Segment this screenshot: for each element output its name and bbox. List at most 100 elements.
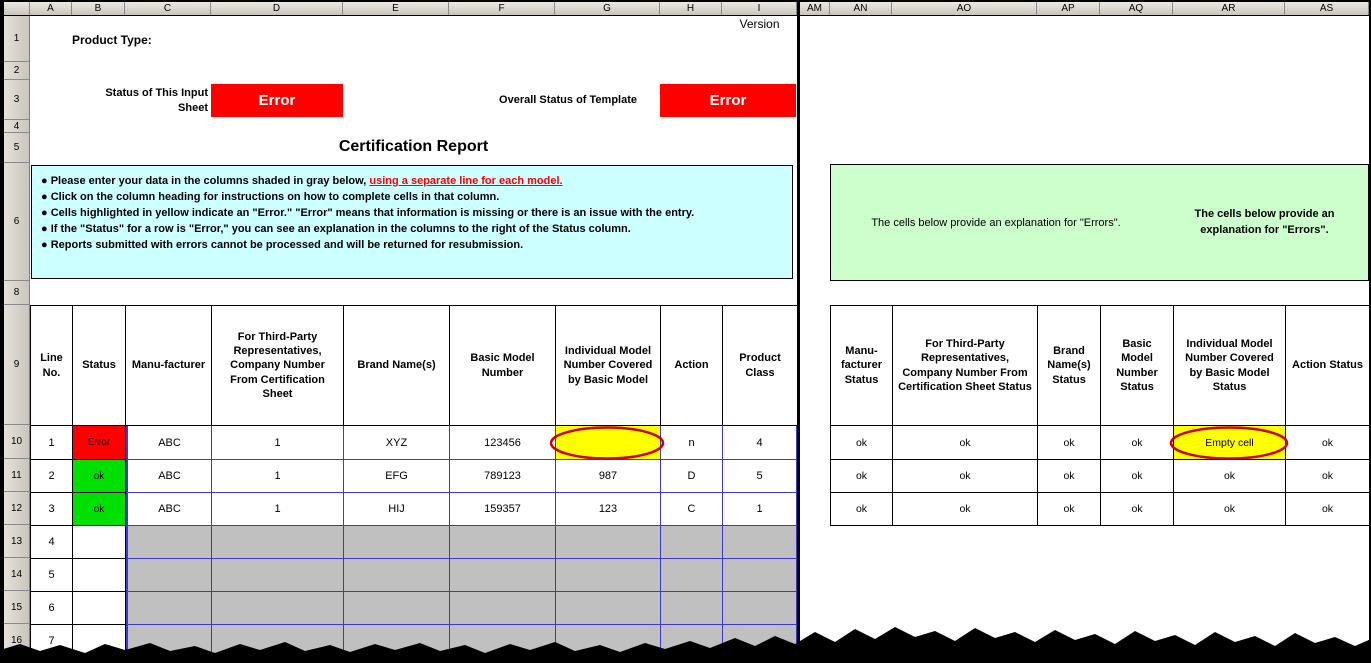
input-cell[interactable]: [723, 559, 798, 592]
column-header-i[interactable]: I: [722, 2, 797, 15]
data-cell[interactable]: 123: [556, 493, 661, 526]
row-header-8[interactable]: 8: [4, 281, 29, 305]
data-cell[interactable]: ABC: [126, 426, 212, 460]
header-manufacturer[interactable]: Manu-facturer: [126, 306, 212, 426]
data-cell[interactable]: 5: [31, 559, 73, 592]
data-cell[interactable]: C: [661, 493, 723, 526]
column-header-c[interactable]: C: [125, 2, 211, 15]
header-basic-model-number[interactable]: Basic Model Number: [450, 306, 556, 426]
header-individual-model-status[interactable]: Individual Model Number Covered by Basic…: [1174, 306, 1286, 426]
status-cell-ok[interactable]: ok: [73, 493, 126, 526]
data-cell[interactable]: ABC: [126, 460, 212, 493]
data-cell[interactable]: 5: [723, 460, 798, 493]
row-header-3[interactable]: 3: [4, 80, 29, 120]
row-header-12[interactable]: 12: [4, 492, 29, 525]
data-cell[interactable]: n: [661, 426, 723, 460]
column-header-as[interactable]: AS: [1285, 2, 1369, 15]
column-header-g[interactable]: G: [555, 2, 660, 15]
status-value-cell[interactable]: ok: [1174, 493, 1286, 526]
row-header-1[interactable]: 1: [4, 16, 29, 62]
data-cell[interactable]: 3: [31, 493, 73, 526]
status-value-cell[interactable]: ok: [1101, 426, 1174, 460]
column-header-am[interactable]: AM: [800, 2, 830, 15]
input-cell[interactable]: [723, 592, 798, 625]
input-cell[interactable]: [344, 625, 450, 658]
column-header-a[interactable]: A: [30, 2, 72, 15]
status-value-cell[interactable]: ok: [831, 426, 893, 460]
input-cell[interactable]: [344, 592, 450, 625]
row-header-2[interactable]: 2: [4, 62, 29, 80]
row-header-15[interactable]: 15: [4, 591, 29, 624]
status-cell-empty[interactable]: [73, 625, 126, 658]
header-manufacturer-status[interactable]: Manu-facturer Status: [831, 306, 893, 426]
column-header-ar[interactable]: AR: [1173, 2, 1285, 15]
header-company-number[interactable]: For Third-Party Representatives, Company…: [212, 306, 344, 426]
select-all-corner[interactable]: [4, 2, 30, 15]
input-cell[interactable]: [661, 559, 723, 592]
data-cell[interactable]: 123456: [450, 426, 556, 460]
status-cell-empty[interactable]: [73, 559, 126, 592]
data-cell[interactable]: 1: [723, 493, 798, 526]
status-value-cell[interactable]: ok: [893, 460, 1038, 493]
data-cell[interactable]: 1: [31, 426, 73, 460]
input-cell[interactable]: [450, 625, 556, 658]
row-header-9[interactable]: 9: [4, 305, 29, 425]
status-value-cell[interactable]: ok: [831, 460, 893, 493]
data-cell[interactable]: 6: [31, 592, 73, 625]
status-value-cell[interactable]: ok: [1286, 493, 1370, 526]
row-header-11[interactable]: 11: [4, 459, 29, 492]
input-cell[interactable]: [212, 526, 344, 559]
status-cell-empty[interactable]: [73, 526, 126, 559]
data-cell[interactable]: HIJ: [344, 493, 450, 526]
header-line-no[interactable]: Line No.: [31, 306, 73, 426]
status-value-cell[interactable]: ok: [831, 493, 893, 526]
status-cell-error[interactable]: Error: [73, 426, 126, 460]
row-header-13[interactable]: 13: [4, 525, 29, 558]
data-cell[interactable]: 7: [31, 625, 73, 658]
input-cell[interactable]: [126, 592, 212, 625]
column-header-an[interactable]: AN: [830, 2, 892, 15]
status-value-cell[interactable]: ok: [1286, 460, 1370, 493]
data-cell[interactable]: XYZ: [344, 426, 450, 460]
header-brand-names[interactable]: Brand Name(s): [344, 306, 450, 426]
row-header-4[interactable]: 4: [4, 120, 29, 133]
input-cell[interactable]: [661, 592, 723, 625]
header-status[interactable]: Status: [73, 306, 126, 426]
frozen-pane-divider[interactable]: [797, 2, 800, 652]
status-value-cell[interactable]: ok: [1038, 493, 1101, 526]
status-value-cell[interactable]: ok: [1101, 460, 1174, 493]
input-cell[interactable]: [126, 526, 212, 559]
input-cell[interactable]: [450, 592, 556, 625]
data-cell[interactable]: EFG: [344, 460, 450, 493]
input-cell[interactable]: [723, 526, 798, 559]
column-header-h[interactable]: H: [660, 2, 722, 15]
input-cell[interactable]: [212, 592, 344, 625]
highlighted-empty-model-cell[interactable]: [556, 426, 661, 460]
column-header-ao[interactable]: AO: [892, 2, 1037, 15]
data-cell[interactable]: 4: [31, 526, 73, 559]
input-cell[interactable]: [450, 526, 556, 559]
status-value-cell[interactable]: ok: [1286, 426, 1370, 460]
column-header-e[interactable]: E: [343, 2, 449, 15]
input-cell[interactable]: [723, 625, 798, 658]
column-header-b[interactable]: B: [72, 2, 125, 15]
status-value-cell[interactable]: ok: [893, 426, 1038, 460]
row-header-6[interactable]: 6: [4, 163, 29, 281]
header-brand-names-status[interactable]: Brand Name(s) Status: [1038, 306, 1101, 426]
data-cell[interactable]: 1: [212, 426, 344, 460]
data-cell[interactable]: ABC: [126, 493, 212, 526]
input-cell[interactable]: [556, 559, 661, 592]
input-cell[interactable]: [212, 559, 344, 592]
input-cell[interactable]: [556, 526, 661, 559]
status-value-cell[interactable]: ok: [893, 493, 1038, 526]
status-value-cell[interactable]: ok: [1101, 493, 1174, 526]
column-header-aq[interactable]: AQ: [1100, 2, 1173, 15]
input-cell[interactable]: [661, 625, 723, 658]
header-individual-model-number[interactable]: Individual Model Number Covered by Basic…: [556, 306, 661, 426]
header-basic-model-status[interactable]: Basic Model Number Status: [1101, 306, 1174, 426]
row-header-16[interactable]: 16: [4, 624, 29, 657]
header-action[interactable]: Action: [661, 306, 723, 426]
column-header-d[interactable]: D: [211, 2, 343, 15]
input-cell[interactable]: [344, 559, 450, 592]
data-cell[interactable]: 789123: [450, 460, 556, 493]
